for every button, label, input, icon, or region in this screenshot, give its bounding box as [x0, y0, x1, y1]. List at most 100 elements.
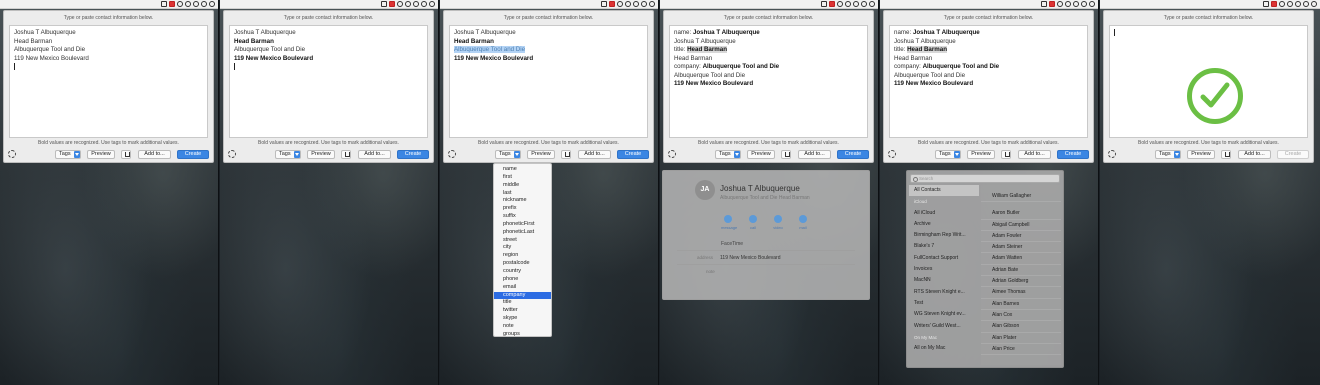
- contact-input-field[interactable]: Joshua T Albuquerque Head Barman Albuque…: [9, 25, 208, 138]
- no-entry-icon[interactable]: [837, 1, 843, 7]
- tag-menu-item[interactable]: first: [494, 174, 551, 182]
- info-icon[interactable]: [625, 1, 631, 7]
- flame-icon[interactable]: [413, 1, 419, 7]
- preview-button[interactable]: Preview: [967, 150, 995, 159]
- share-icon[interactable]: [341, 150, 351, 159]
- contact-row[interactable]: Alan Cox: [981, 310, 1061, 322]
- preview-button[interactable]: Preview: [87, 150, 115, 159]
- clock-icon[interactable]: [201, 1, 207, 7]
- share-icon[interactable]: [781, 150, 791, 159]
- tags-button[interactable]: Tags: [495, 150, 521, 159]
- group-item[interactable]: Writers' Guild West...: [909, 321, 979, 332]
- wifi-icon[interactable]: [1311, 1, 1317, 7]
- info-icon[interactable]: [1287, 1, 1293, 7]
- wifi-icon[interactable]: [209, 1, 215, 7]
- group-item[interactable]: Birmingham Rep Writ...: [909, 230, 979, 241]
- gear-icon[interactable]: [228, 150, 236, 158]
- info-icon[interactable]: [185, 1, 191, 7]
- facetime-label[interactable]: FaceTime: [721, 241, 743, 247]
- contact-input-field[interactable]: [1109, 25, 1308, 138]
- gear-icon[interactable]: [1108, 150, 1116, 158]
- calendar-icon[interactable]: [1049, 1, 1055, 7]
- group-item[interactable]: WG Steven Knight ev...: [909, 309, 979, 320]
- group-item[interactable]: Invoices: [909, 264, 979, 275]
- tag-menu-item[interactable]: twitter: [494, 307, 551, 315]
- flame-icon[interactable]: [853, 1, 859, 7]
- tag-menu-item[interactable]: region: [494, 252, 551, 260]
- dropbox-icon[interactable]: [1041, 1, 1047, 7]
- contact-row[interactable]: Abigail Campbell: [981, 220, 1061, 231]
- contact-row[interactable]: Adrian Goldberg: [981, 276, 1061, 288]
- tag-menu-item[interactable]: note: [494, 323, 551, 331]
- tag-menu-item[interactable]: title: [494, 299, 551, 307]
- tag-menu-item[interactable]: prefix: [494, 205, 551, 213]
- contact-row[interactable]: Alan Gibson: [981, 321, 1061, 333]
- flame-icon[interactable]: [1073, 1, 1079, 7]
- preview-button[interactable]: Preview: [307, 150, 335, 159]
- tag-menu-item[interactable]: nickname: [494, 197, 551, 205]
- calendar-icon[interactable]: [829, 1, 835, 7]
- contact-row[interactable]: Alan Plater: [981, 333, 1061, 344]
- share-icon[interactable]: [1221, 150, 1231, 159]
- message-button[interactable]: message: [721, 215, 737, 230]
- selected-text[interactable]: Albuquerque Tool and Die: [454, 46, 526, 53]
- group-item[interactable]: Blake's 7: [909, 241, 979, 252]
- contact-input-field[interactable]: name: Joshua T Albuquerque Joshua T Albu…: [889, 25, 1088, 138]
- group-item[interactable]: All iCloud: [909, 208, 979, 219]
- preview-button[interactable]: Preview: [527, 150, 555, 159]
- no-entry-icon[interactable]: [1279, 1, 1285, 7]
- tag-menu-item[interactable]: name: [494, 166, 551, 174]
- create-button[interactable]: Create: [1057, 150, 1089, 159]
- group-item[interactable]: RTS Steven Knight e...: [909, 287, 979, 298]
- tag-menu-item[interactable]: phoneticFirst: [494, 221, 551, 229]
- group-item[interactable]: Test: [909, 298, 979, 309]
- contact-row[interactable]: Aaron Butler: [981, 208, 1061, 220]
- group-item[interactable]: MacNN: [909, 275, 979, 286]
- calendar-icon[interactable]: [389, 1, 395, 7]
- dropbox-icon[interactable]: [601, 1, 607, 7]
- gear-icon[interactable]: [8, 150, 16, 158]
- gear-icon[interactable]: [668, 150, 676, 158]
- contact-row[interactable]: Adam Steiner: [981, 242, 1061, 254]
- contact-input-field[interactable]: name: Joshua T Albuquerque Joshua T Albu…: [669, 25, 868, 138]
- video-button[interactable]: video: [771, 215, 785, 230]
- add-to-button[interactable]: Add to...: [1018, 150, 1051, 159]
- tag-menu-item[interactable]: groups: [494, 331, 551, 339]
- info-icon[interactable]: [845, 1, 851, 7]
- contact-input-field[interactable]: Joshua T Albuquerque Head Barman Albuque…: [229, 25, 428, 138]
- no-entry-icon[interactable]: [617, 1, 623, 7]
- no-entry-icon[interactable]: [397, 1, 403, 7]
- contact-row[interactable]: Alan Price: [981, 344, 1061, 356]
- tag-menu-item[interactable]: last: [494, 190, 551, 198]
- wifi-icon[interactable]: [649, 1, 655, 7]
- share-icon[interactable]: [1001, 150, 1011, 159]
- add-to-button[interactable]: Add to...: [1238, 150, 1271, 159]
- tag-menu-item[interactable]: phoneticLast: [494, 229, 551, 237]
- preview-button[interactable]: Preview: [747, 150, 775, 159]
- wifi-icon[interactable]: [1089, 1, 1095, 7]
- call-button[interactable]: call: [746, 215, 760, 230]
- dropbox-icon[interactable]: [381, 1, 387, 7]
- preview-button[interactable]: Preview: [1187, 150, 1215, 159]
- create-button[interactable]: Create: [837, 150, 869, 159]
- clock-icon[interactable]: [1303, 1, 1309, 7]
- wifi-icon[interactable]: [429, 1, 435, 7]
- tags-button[interactable]: Tags: [1155, 150, 1181, 159]
- gear-icon[interactable]: [888, 150, 896, 158]
- tag-menu-item[interactable]: postalcode: [494, 260, 551, 268]
- tag-menu-item[interactable]: country: [494, 268, 551, 276]
- search-input[interactable]: Search: [910, 174, 1060, 183]
- tag-menu-item[interactable]: phone: [494, 276, 551, 284]
- share-icon[interactable]: [121, 150, 131, 159]
- info-icon[interactable]: [1065, 1, 1071, 7]
- group-item[interactable]: Archive: [909, 219, 979, 230]
- info-icon[interactable]: [405, 1, 411, 7]
- dropbox-icon[interactable]: [161, 1, 167, 7]
- contact-row[interactable]: Adrian Bate: [981, 265, 1061, 277]
- tag-menu-item[interactable]: suffix: [494, 213, 551, 221]
- create-button[interactable]: Create: [1277, 150, 1309, 159]
- group-item[interactable]: All Contacts: [909, 185, 979, 197]
- clock-icon[interactable]: [641, 1, 647, 7]
- tag-menu-item-selected[interactable]: company: [494, 291, 551, 300]
- flame-icon[interactable]: [633, 1, 639, 7]
